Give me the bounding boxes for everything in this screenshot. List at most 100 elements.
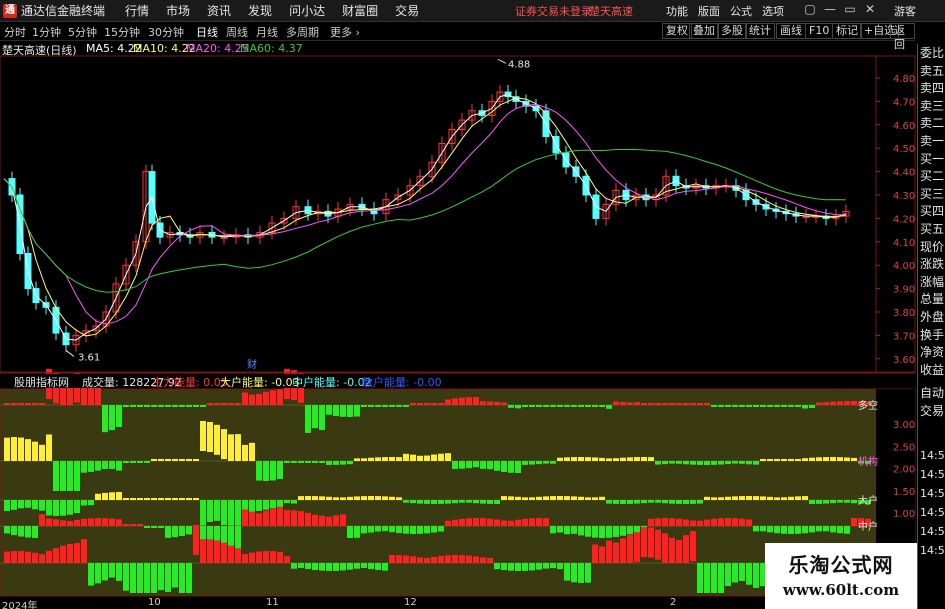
indicator-bar: [676, 500, 682, 504]
price-tick-label: 3.90: [893, 285, 915, 296]
indicator-bar: [417, 557, 423, 563]
indicator-bar: [340, 563, 346, 571]
side-panel-item[interactable]: 自动: [920, 386, 945, 400]
indicator-bar: [214, 500, 220, 521]
indicator-bar: [200, 539, 206, 563]
indicator-tick-label: 2.00: [893, 465, 915, 476]
kline-chart[interactable]: 4.80 4.70 4.60 4.50 4.40 4.30 4.20 4.10 4.00 3.90…: [0, 0, 945, 609]
indicator-bar: [648, 403, 654, 405]
indicator-bar: [11, 551, 17, 563]
low-pointer: [65, 350, 75, 357]
indicator-bar: [256, 500, 262, 511]
mid-trader-value: 中户能量: -0.02: [292, 376, 372, 389]
indicator-bar: [53, 500, 59, 516]
indicator-bar: [270, 508, 276, 526]
event-marker: 财: [247, 358, 257, 371]
indicator-bar: [816, 457, 822, 461]
indicator-series-label: 机构: [858, 455, 878, 468]
indicator-bar: [452, 555, 458, 563]
indicator-bar: [319, 515, 325, 526]
indicator-bar: [424, 500, 430, 504]
indicator-bar: [11, 526, 17, 536]
indicator-bar: [606, 500, 612, 504]
indicator-bar: [536, 496, 542, 500]
side-panel-item: 现价: [920, 239, 945, 254]
indicator-bar: [564, 496, 570, 500]
indicator-bar: [781, 459, 787, 461]
indicator-bar: [795, 405, 801, 407]
indicator-bar: [613, 401, 619, 405]
price-tick-label: 3.70: [893, 331, 915, 342]
indicator-bar: [704, 461, 710, 465]
indicator-bar: [501, 496, 507, 500]
side-panel-item: 买五: [920, 222, 945, 236]
indicator-bar: [690, 461, 696, 465]
indicator-bar: [95, 461, 101, 471]
indicator-bar: [81, 539, 87, 563]
indicator-bar: [193, 405, 199, 407]
indicator-bar: [270, 390, 276, 405]
indicator-bar: [676, 539, 682, 563]
indicator-bar: [333, 515, 339, 526]
indicator-bar: [739, 461, 745, 464]
indicator-bar: [438, 453, 444, 461]
side-panel-item[interactable]: 交易: [920, 404, 945, 418]
indicator-bar: [445, 453, 451, 461]
indicator-bar: [480, 500, 486, 504]
indicator-bar: [116, 519, 122, 526]
indicator-bar: [571, 457, 577, 461]
indicator-bar: [655, 403, 661, 405]
indicator-bar: [739, 563, 745, 582]
indicator-bar: [53, 461, 59, 491]
indicator-bar: [319, 563, 325, 571]
indicator-bar: [669, 518, 675, 526]
indicator-bar: [200, 421, 206, 452]
indicator-bar: [529, 405, 535, 407]
indicator-bar: [158, 526, 164, 528]
indicator-bar: [613, 542, 619, 563]
indicator-bar: [487, 401, 493, 405]
indicator-bar: [473, 500, 479, 504]
indicator-bar: [711, 563, 717, 593]
indicator-bar: [501, 520, 507, 526]
indicator-bar: [718, 497, 724, 500]
indicator-bar: [424, 455, 430, 461]
indicator-bar: [515, 461, 521, 473]
indicator-bar: [515, 405, 521, 409]
date-tick: 2024年: [2, 601, 38, 609]
indicator-bar: [718, 405, 724, 407]
indicator-bar: [319, 496, 325, 500]
indicator-bar: [382, 496, 388, 500]
indicator-bar: [557, 405, 563, 407]
indicator-bar: [214, 540, 220, 563]
indicator-bar: [74, 543, 80, 563]
indicator-bar: [25, 526, 31, 538]
indicator-bar: [179, 405, 185, 407]
trade-time: 14:56: [920, 544, 945, 557]
indicator-bar: [466, 555, 472, 563]
indicator-bar: [305, 461, 311, 463]
indicator-bar: [592, 405, 598, 407]
indicator-bar: [235, 548, 241, 563]
main-force-value: 主力能量: 0.05: [152, 376, 228, 389]
indicator-bar: [25, 551, 31, 563]
indicator-bar: [410, 556, 416, 563]
indicator-bar: [648, 500, 654, 503]
indicator-bar: [830, 457, 836, 461]
indicator-bar: [669, 461, 675, 464]
indicator-bar: [410, 403, 416, 405]
indicator-bar: [256, 393, 262, 405]
indicator-bar: [172, 405, 178, 407]
indicator-bar: [732, 563, 738, 583]
indicator-bar: [683, 500, 689, 504]
indicator-bar: [487, 500, 493, 504]
indicator-bar: [655, 461, 661, 465]
indicator-tick-label: 1.50: [893, 487, 915, 498]
indicator-bar: [760, 496, 766, 500]
indicator-bar: [305, 563, 311, 570]
indicator-bar: [725, 405, 731, 407]
indicator-bar: [193, 459, 199, 461]
indicator-bar: [606, 458, 612, 461]
indicator-bar: [81, 500, 87, 506]
indicator-bar: [389, 457, 395, 461]
